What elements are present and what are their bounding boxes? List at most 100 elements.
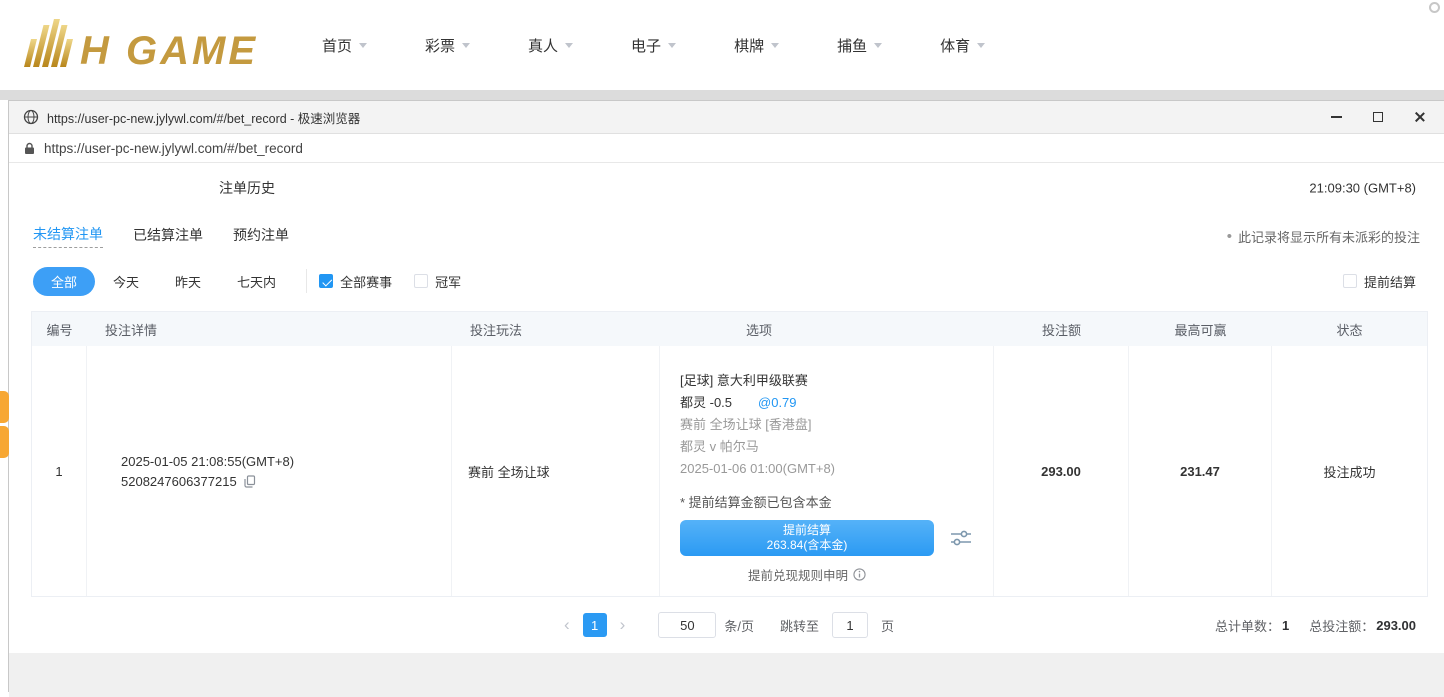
chevron-down-icon <box>565 43 573 48</box>
nav-item-fishing[interactable]: 捕鱼 <box>837 35 882 56</box>
lock-icon <box>24 142 35 155</box>
page-size-input[interactable] <box>658 612 716 638</box>
maximize-icon <box>1373 112 1383 122</box>
filter-pill-7days[interactable]: 七天内 <box>219 267 294 296</box>
checkbox-checked-icon <box>319 274 333 288</box>
nav-item-sports[interactable]: 体育 <box>940 35 985 56</box>
bottom-background <box>9 653 1444 697</box>
chevron-down-icon <box>977 43 985 48</box>
cell-play-type: 赛前 全场让球 <box>452 346 660 596</box>
chevron-down-icon <box>874 43 882 48</box>
nav-item-slots[interactable]: 电子 <box>631 35 676 56</box>
total-count-value: 1 <box>1282 618 1289 633</box>
checkbox-early-settle[interactable]: 提前结算 <box>1343 272 1416 291</box>
browser-window: https://user-pc-new.jylywl.com/#/bet_rec… <box>8 100 1444 692</box>
jump-to-label: 跳转至 <box>780 616 819 635</box>
total-count-label: 总计单数： <box>1215 616 1280 635</box>
info-icon <box>853 568 866 581</box>
checkbox-unchecked-icon <box>414 274 428 288</box>
tabs-row: 未结算注单 已结算注单 预约注单 • 此记录将显示所有未派彩的投注 <box>9 213 1444 259</box>
cashout-button[interactable]: 提前结算 263.84(含本金) <box>680 520 934 556</box>
logo-mark-icon <box>24 19 78 67</box>
nav-label: 捕鱼 <box>837 35 867 56</box>
nav-label: 真人 <box>528 35 558 56</box>
window-titlebar[interactable]: https://user-pc-new.jylywl.com/#/bet_rec… <box>9 101 1444 134</box>
next-page-arrow[interactable]: › <box>615 615 631 635</box>
address-bar[interactable]: https://user-pc-new.jylywl.com/#/bet_rec… <box>9 134 1444 163</box>
tab-settled[interactable]: 已结算注单 <box>133 225 203 248</box>
desktop-gap <box>0 90 1444 100</box>
col-header-selection: 选项 <box>660 320 994 339</box>
minimize-icon <box>1331 116 1342 118</box>
cell-row-number: 1 <box>32 346 87 596</box>
cell-selection: [足球] 意大利甲级联赛 都灵 -0.5@0.79 赛前 全场让球 [香港盘] … <box>660 346 994 596</box>
maximize-button[interactable] <box>1370 109 1386 125</box>
logo[interactable]: H GAME <box>30 19 258 71</box>
cashout-row: 提前结算 263.84(含本金) <box>680 520 993 556</box>
page-corner-icon[interactable] <box>1429 2 1440 13</box>
cell-status: 投注成功 <box>1272 346 1427 596</box>
nav-label: 电子 <box>631 35 661 56</box>
col-header-detail: 投注详情 <box>87 320 452 339</box>
selection-pick-row: 都灵 -0.5@0.79 <box>680 392 993 414</box>
col-header-amount: 投注额 <box>994 320 1129 339</box>
nav-label: 首页 <box>322 35 352 56</box>
address-url: https://user-pc-new.jylywl.com/#/bet_rec… <box>44 141 303 156</box>
tune-slider-icon[interactable] <box>950 529 972 547</box>
nav-item-home[interactable]: 首页 <box>322 35 367 56</box>
page-number-1[interactable]: 1 <box>583 613 607 637</box>
filter-pill-all[interactable]: 全部 <box>33 267 95 296</box>
page-unit-label: 页 <box>881 616 894 635</box>
close-icon <box>1414 111 1426 123</box>
checkbox-label: 全部赛事 <box>340 272 392 291</box>
filter-row: 全部 今天 昨天 七天内 全部赛事 冠军 提前结算 <box>9 259 1444 303</box>
cell-bet-detail: 2025-01-05 21:08:55(GMT+8) 5208247606377… <box>87 346 452 596</box>
prev-page-arrow[interactable]: ‹ <box>559 615 575 635</box>
tab-reserved[interactable]: 预约注单 <box>233 225 289 248</box>
total-amount-label: 总投注额： <box>1309 616 1374 635</box>
close-button[interactable] <box>1412 109 1428 125</box>
selection-league: [足球] 意大利甲级联赛 <box>680 370 993 392</box>
window-controls <box>1328 109 1430 125</box>
jump-page-input[interactable] <box>832 612 868 638</box>
nav-item-live[interactable]: 真人 <box>528 35 573 56</box>
selection-pick: 都灵 -0.5 <box>680 395 732 410</box>
pagination-bar: ‹ 1 › 条/页 跳转至 页 总计单数： 1 总投注额： 293.00 <box>9 597 1444 653</box>
note-bullet: • <box>1227 228 1232 245</box>
col-header-play: 投注玩法 <box>452 320 660 339</box>
checkbox-unchecked-icon <box>1343 274 1357 288</box>
site-header: H GAME 首页 彩票 真人 电子 棋牌 捕鱼 体育 <box>0 0 1444 90</box>
nav-label: 棋牌 <box>734 35 764 56</box>
page-header: 注单历史 21:09:30 (GMT+8) <box>9 163 1444 213</box>
total-amount-value: 293.00 <box>1376 618 1416 633</box>
filter-pill-yesterday[interactable]: 昨天 <box>157 267 219 296</box>
floating-side-widget[interactable] <box>0 391 9 458</box>
table-header-row: 编号 投注详情 投注玩法 选项 投注额 最高可赢 状态 <box>32 312 1427 346</box>
nav-label: 体育 <box>940 35 970 56</box>
note-text: 此记录将显示所有未派彩的投注 <box>1238 227 1420 246</box>
server-clock: 21:09:30 (GMT+8) <box>1309 181 1416 196</box>
bet-table: 编号 投注详情 投注玩法 选项 投注额 最高可赢 状态 1 2025-01-05… <box>31 311 1428 597</box>
cell-bet-amount: 293.00 <box>994 346 1129 596</box>
totals: 总计单数： 1 总投注额： 293.00 <box>1215 616 1416 635</box>
selection-match-time: 2025-01-06 01:00(GMT+8) <box>680 458 993 480</box>
checkbox-all-events[interactable]: 全部赛事 <box>319 272 392 291</box>
checkbox-champion[interactable]: 冠军 <box>414 272 461 291</box>
filter-pill-today[interactable]: 今天 <box>95 267 157 296</box>
nav-item-cards[interactable]: 棋牌 <box>734 35 779 56</box>
copy-icon[interactable] <box>244 475 256 488</box>
table-row: 1 2025-01-05 21:08:55(GMT+8) 52082476063… <box>32 346 1427 596</box>
filter-divider <box>306 269 307 293</box>
tab-unsettled[interactable]: 未结算注单 <box>33 224 103 248</box>
minimize-button[interactable] <box>1328 109 1344 125</box>
logo-text: H GAME <box>80 31 258 71</box>
cashout-rule-link[interactable]: 提前兑现规则申明 <box>680 565 934 584</box>
chevron-down-icon <box>359 43 367 48</box>
nav-item-lottery[interactable]: 彩票 <box>425 35 470 56</box>
unsettled-note: • 此记录将显示所有未派彩的投注 <box>1227 227 1420 246</box>
selection-market: 赛前 全场让球 [香港盘] <box>680 414 993 436</box>
cashout-button-line2: 263.84(含本金) <box>767 538 848 553</box>
checkbox-label: 提前结算 <box>1364 272 1416 291</box>
globe-favicon-icon <box>23 109 39 125</box>
col-header-maxwin: 最高可赢 <box>1129 320 1272 339</box>
